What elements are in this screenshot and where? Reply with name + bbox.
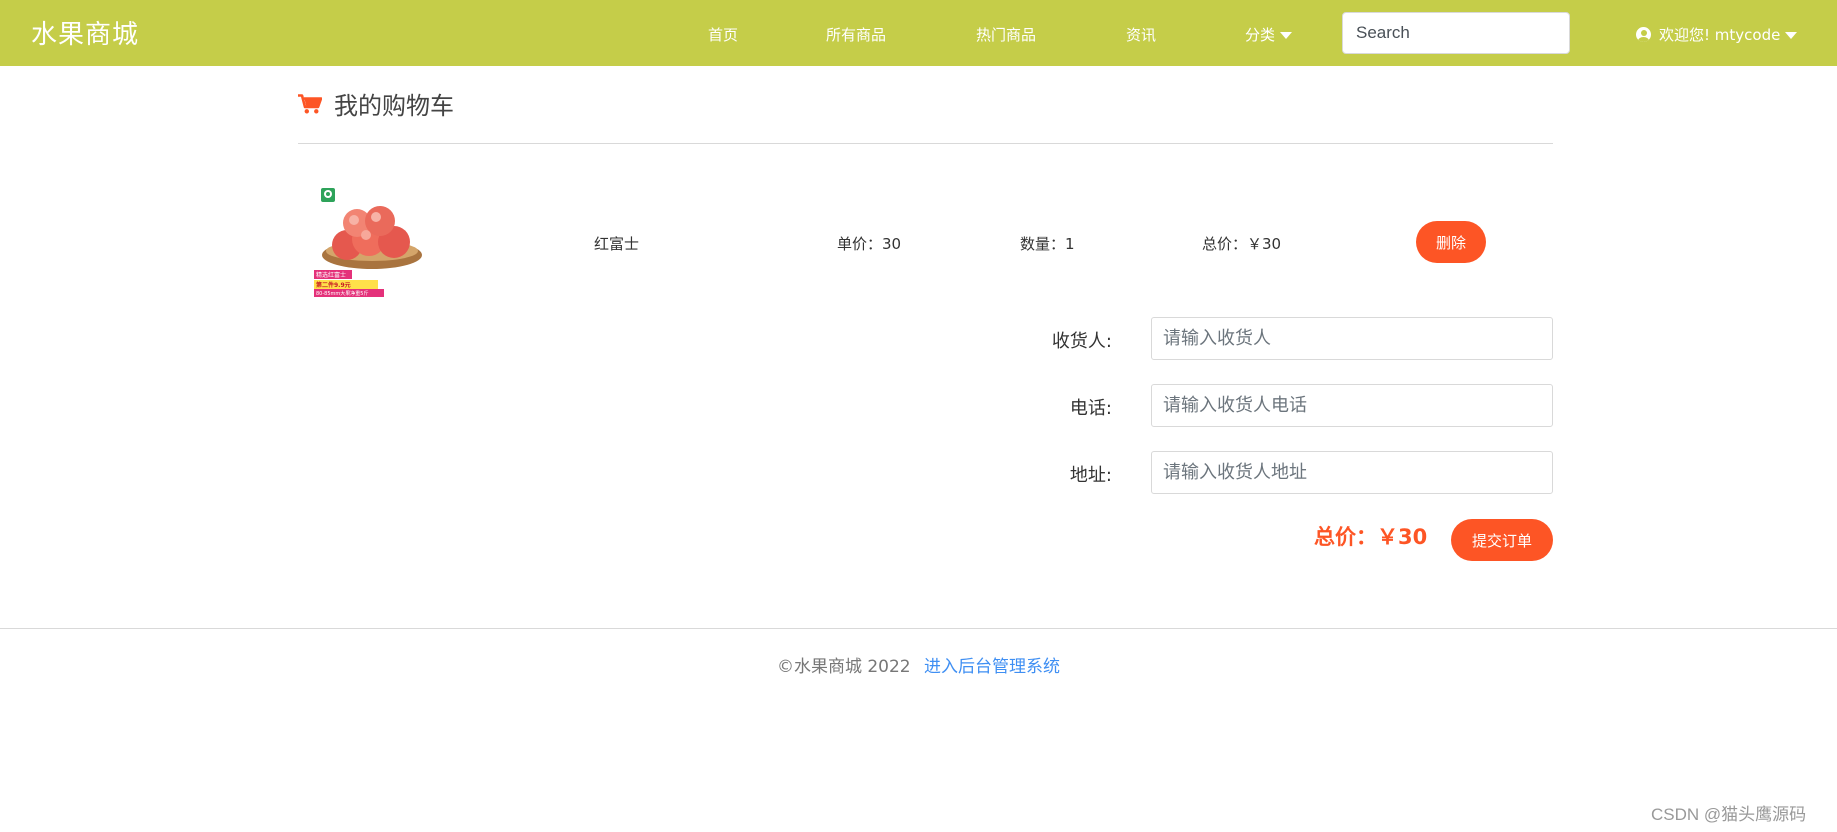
- svg-text:精选红富士: 精选红富士: [316, 271, 346, 279]
- address-input[interactable]: [1151, 451, 1553, 494]
- footer: ©水果商城 2022 进入后台管理系统: [0, 652, 1837, 677]
- nav-category-label: 分类: [1245, 26, 1276, 44]
- nav-link-all-products[interactable]: 所有商品: [826, 24, 886, 45]
- product-name: 红富士: [594, 235, 640, 253]
- page-title: 我的购物车: [298, 86, 454, 121]
- nav-link-hot-products[interactable]: 热门商品: [976, 24, 1036, 45]
- watermark-text: CSDN @猫头鹰源码: [1651, 805, 1807, 824]
- delete-button[interactable]: 删除: [1416, 221, 1486, 263]
- caret-down-icon: [1785, 31, 1798, 39]
- top-navbar: 水果商城 首页 所有商品 热门商品 资讯 分类 欢迎您! mtycode: [0, 0, 1837, 66]
- phone-input[interactable]: [1151, 384, 1553, 427]
- item-total: 总价：￥30: [1202, 235, 1282, 253]
- nav-link-home[interactable]: 首页: [708, 24, 738, 45]
- copyright-text: ©水果商城 2022: [776, 657, 911, 677]
- page-title-text: 我的购物车: [334, 92, 454, 120]
- user-circle-icon: [1636, 27, 1651, 42]
- footer-divider: [0, 628, 1837, 629]
- user-greeting: 欢迎您! mtycode: [1659, 26, 1781, 44]
- caret-down-icon: [1280, 31, 1293, 39]
- unit-price: 单价：30: [837, 235, 902, 253]
- receiver-name-input[interactable]: [1151, 317, 1553, 360]
- brand-logo[interactable]: 水果商城: [31, 14, 139, 51]
- admin-system-link[interactable]: 进入后台管理系统: [924, 657, 1060, 677]
- address-label: 地址:: [1069, 465, 1112, 486]
- search-input[interactable]: [1342, 12, 1570, 54]
- submit-order-button[interactable]: 提交订单: [1451, 519, 1553, 561]
- svg-text:80-85mm大果净重5斤: 80-85mm大果净重5斤: [316, 290, 368, 297]
- shopping-cart-icon: [298, 93, 322, 113]
- nav-dropdown-category[interactable]: 分类: [1245, 24, 1293, 45]
- receiver-name-label: 收货人:: [1051, 331, 1112, 352]
- user-menu-dropdown[interactable]: 欢迎您! mtycode: [1636, 24, 1798, 45]
- svg-text:第二件9.9元: 第二件9.9元: [315, 281, 351, 289]
- grand-total: 总价：￥30: [1314, 525, 1428, 549]
- phone-label: 电话:: [1069, 398, 1112, 419]
- product-image[interactable]: 精选红富士 第二件9.9元 80-85mm大果净重5斤: [314, 185, 424, 297]
- title-divider: [298, 143, 1553, 144]
- nav-link-news[interactable]: 资讯: [1126, 24, 1156, 45]
- quantity: 数量：1: [1020, 235, 1075, 253]
